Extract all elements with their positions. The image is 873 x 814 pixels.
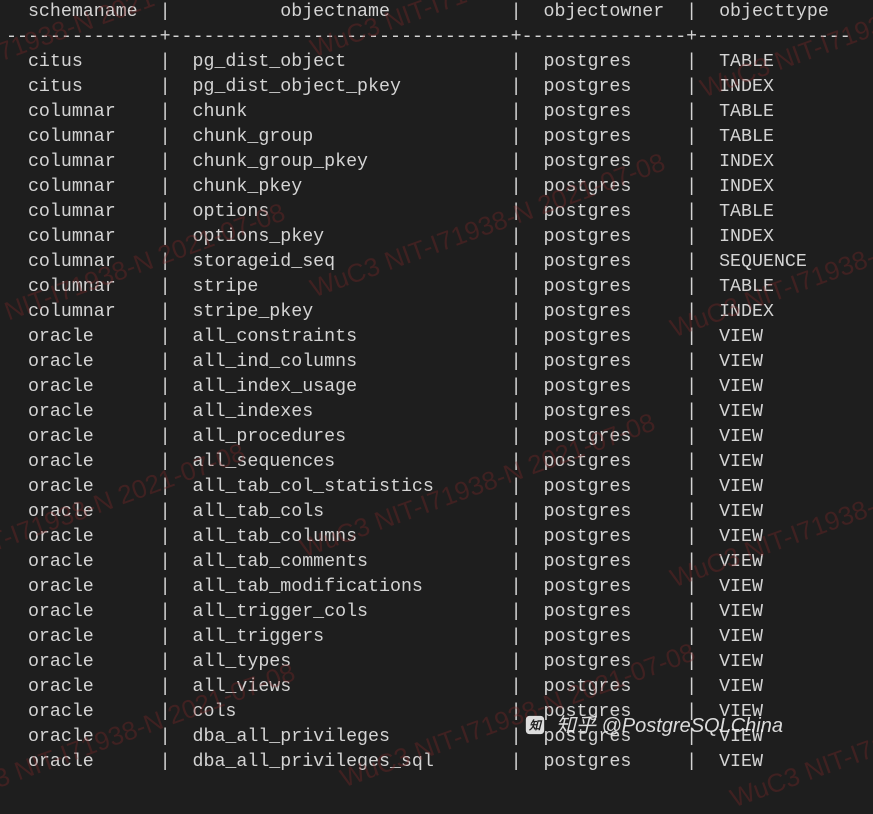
psql-result-table: schemaname | objectname | objectowner | …: [0, 0, 873, 775]
